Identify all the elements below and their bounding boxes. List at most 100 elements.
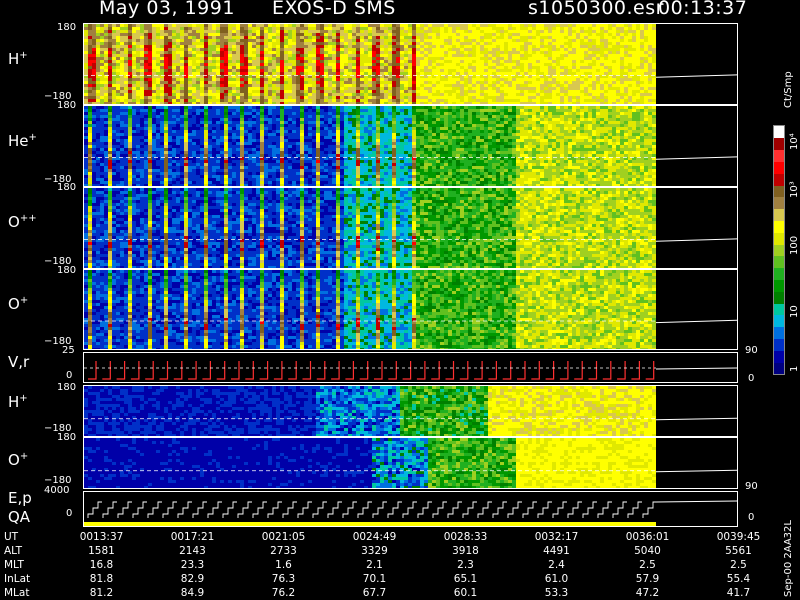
- orbit-cell: 2.5: [602, 558, 693, 572]
- orbit-cell: 0021:05: [238, 530, 329, 544]
- colorbar-swatch: [774, 326, 784, 340]
- o-plusplus-panel: [83, 187, 738, 269]
- orbit-cell: 84.9: [147, 586, 238, 600]
- h-low-top-tick: 180: [57, 382, 76, 393]
- h-plus-label: H+: [8, 50, 28, 68]
- colorbar-swatch: [774, 185, 784, 198]
- orbit-row-label: MLT: [0, 558, 56, 572]
- colorbar-swatch: [774, 267, 784, 280]
- colorbar-swatch: [774, 314, 784, 328]
- colorbar-tick-100: 100: [789, 236, 800, 255]
- orbit-cell: 2733: [238, 544, 329, 558]
- orbit-cell: 55.4: [693, 572, 784, 586]
- orbit-row-label: MLat: [0, 586, 56, 600]
- orbit-cell: 1.6: [238, 558, 329, 572]
- plot-instrument: EXOS-D SMS: [272, 0, 396, 19]
- orbit-cell: 1581: [56, 544, 147, 558]
- he-plus-panel: [83, 105, 738, 187]
- orbit-cell: 0028:33: [420, 530, 511, 544]
- h-plus-low-panel: [83, 385, 738, 437]
- orbit-cell: 53.3: [511, 586, 602, 600]
- orbit-cell: 2.5: [693, 558, 784, 572]
- orbit-cell: 60.1: [420, 586, 511, 600]
- orbit-row-inlat: InLat 81.8 82.9 76.3 70.1 65.1 61.0 57.9 55.4: [0, 572, 784, 586]
- orbit-table: UT 0013:37 0017:21 0021:05 0024:49 0028:33 003…: [0, 530, 784, 600]
- orbit-cell: 3918: [420, 544, 511, 558]
- orbit-cell: 47.2: [602, 586, 693, 600]
- h-plus-low-label: H+: [8, 393, 28, 411]
- plot-date: May 03, 1991: [99, 0, 235, 19]
- o-low-top-tick: 180: [57, 432, 76, 443]
- he-plus-top-tick: 180: [57, 100, 76, 111]
- orbit-row-mlat: MLat 81.2 84.9 76.2 67.7 60.1 53.3 47.2 41.7: [0, 586, 784, 600]
- vr-right-bot-tick: 0: [748, 373, 754, 384]
- o-plus-spectrogram: [84, 270, 737, 349]
- orbit-cell: 2.1: [329, 558, 420, 572]
- orbit-row-ut: UT 0013:37 0017:21 0021:05 0024:49 0028:33 003…: [0, 530, 784, 544]
- colorbar-swatch: [774, 173, 784, 186]
- o-plus-low-label: O+: [8, 451, 28, 469]
- orbit-cell: 57.9: [602, 572, 693, 586]
- colorbar-swatch: [774, 303, 784, 316]
- orbit-cell: 82.9: [147, 572, 238, 586]
- colorbar-swatch: [774, 137, 784, 151]
- colorbar-swatch: [774, 338, 784, 351]
- colorbar-unit: Ct/Smp: [783, 71, 794, 108]
- orbit-cell: 70.1: [329, 572, 420, 586]
- orbit-row-alt: ALT 1581 2143 2733 3329 3918 4491 5040 5561: [0, 544, 784, 558]
- orbit-cell: 3329: [329, 544, 420, 558]
- h-plus-panel: [83, 23, 738, 105]
- orbit-cell: 41.7: [693, 586, 784, 600]
- colorbar: [773, 125, 785, 375]
- colorbar-swatch: [774, 196, 784, 210]
- colorbar-swatch: [774, 232, 784, 245]
- orbit-cell: 4491: [511, 544, 602, 558]
- o-plus-low-spectrogram: [84, 438, 737, 488]
- h-plus-spectrogram: [84, 24, 737, 104]
- orbit-cell: 61.0: [511, 572, 602, 586]
- orbit-cell: 0013:37: [56, 530, 147, 544]
- colorbar-swatch: [774, 362, 784, 375]
- qa-label: QA: [8, 508, 30, 526]
- vr-bot-tick: 0: [66, 370, 72, 381]
- colorbar-swatch: [774, 220, 784, 233]
- plot-file: s1050300.esr: [528, 0, 664, 19]
- colorbar-swatch: [774, 244, 784, 257]
- vr-panel: [83, 352, 738, 383]
- o-plus-low-panel: [83, 437, 738, 489]
- orbit-cell: 0039:45: [693, 530, 784, 544]
- orbit-cell: 67.7: [329, 586, 420, 600]
- ep-right-bot-tick: 0: [748, 512, 754, 523]
- orbit-cell: 2143: [147, 544, 238, 558]
- footer-code: Sep-00 2AA32L: [783, 520, 794, 597]
- vr-label: V,r: [8, 353, 29, 371]
- orbit-cell: 81.2: [56, 586, 147, 600]
- plot-time: 00:13:37: [658, 0, 747, 19]
- colorbar-swatch: [774, 126, 784, 139]
- o-plusplus-spectrogram: [84, 188, 737, 268]
- orbit-row-mlt: MLT 16.8 23.3 1.6 2.1 2.3 2.4 2.5 2.5: [0, 558, 784, 572]
- colorbar-swatch: [774, 291, 784, 304]
- orbit-cell: 81.8: [56, 572, 147, 586]
- o-plusplus-label: O++: [8, 213, 37, 231]
- orbit-row-label: ALT: [0, 544, 56, 558]
- orbit-cell: 2.4: [511, 558, 602, 572]
- orbit-cell: 0036:01: [602, 530, 693, 544]
- o-plus-panel: [83, 269, 738, 350]
- colorbar-tick-1: 1: [789, 366, 800, 372]
- orbit-cell: 65.1: [420, 572, 511, 586]
- orbit-row-label: InLat: [0, 572, 56, 586]
- orbit-cell: 5040: [602, 544, 693, 558]
- h-plus-top-tick: 180: [57, 22, 76, 33]
- orbit-cell: 0024:49: [329, 530, 420, 544]
- colorbar-tick-10000: 10⁴: [789, 133, 800, 150]
- ep-label: E,p: [8, 489, 32, 507]
- colorbar-swatch: [774, 208, 784, 221]
- orbit-cell: 16.8: [56, 558, 147, 572]
- o-plus-label: O+: [8, 295, 28, 313]
- colorbar-swatch: [774, 255, 784, 269]
- orbit-cell: 0017:21: [147, 530, 238, 544]
- orbit-row-label: UT: [0, 530, 56, 544]
- colorbar-tick-1000: 10³: [789, 181, 800, 198]
- vr-top-tick: 25: [62, 345, 75, 356]
